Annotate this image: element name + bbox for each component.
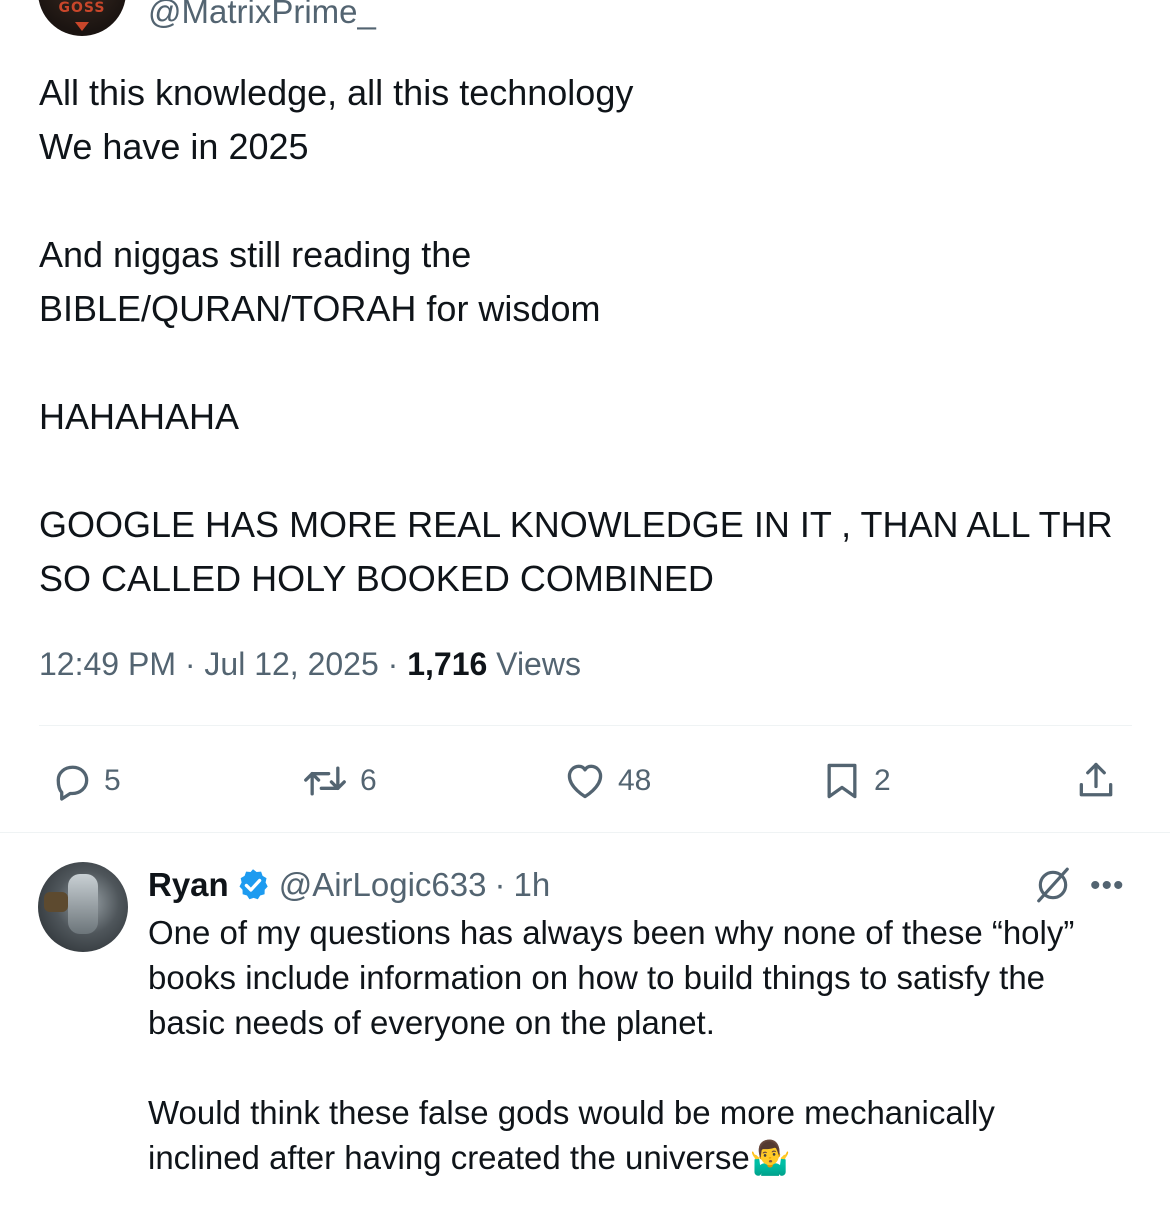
avatar-logo-text: GOSS [58,0,106,16]
avatar-logo-mark [75,22,89,31]
reply-line: basic needs of everyone on the planet. [148,1004,715,1041]
bookmark-count: 2 [874,764,891,797]
reply-count: 5 [104,764,121,797]
views-count: 1,716 [407,646,488,682]
reply-icon [56,765,89,801]
reply-avatar[interactable] [38,862,128,952]
reply-text: One of my questions has always been why … [148,910,1148,1225]
divider [0,832,1170,833]
meta-separator: · [387,646,399,682]
bookmark-icon [827,763,857,799]
reply-time[interactable]: 1h [513,866,550,904]
like-button[interactable]: 48 [562,756,651,806]
verified-badge-icon[interactable] [235,867,271,903]
tweet-time[interactable]: 12:49 PM [39,646,176,682]
tweet-line: BIBLE/QURAN/TORAH for wisdom [39,288,601,329]
tweet-date[interactable]: Jul 12, 2025 [204,646,378,682]
reply-line: inclined after having created the univer… [148,1139,791,1176]
tweet-line: SO CALLED HOLY BOOKED COMBINED [39,558,714,599]
tweet-line: HAHAHAHA [39,396,240,437]
avatar-image-detail [44,892,68,912]
tweet-paragraph: And niggas still reading the BIBLE/QURAN… [39,228,1149,336]
reply-author-name[interactable]: Ryan [148,866,229,904]
reply-paragraph: One of my questions has always been why … [148,910,1148,1045]
reply-button[interactable]: 5 [50,756,121,806]
reply-header: Ryan @AirLogic633 · 1h [148,862,550,908]
share-button[interactable] [1074,756,1118,806]
views-label: Views [496,646,581,682]
divider [39,725,1132,726]
meta-separator: · [494,866,506,903]
reply-line: Would think these false gods would be mo… [148,1094,995,1131]
avatar-image-detail [68,874,98,934]
meta-separator: · [184,646,196,682]
author-handle[interactable]: @MatrixPrime_ [148,0,376,32]
tweet-paragraph: GOOGLE HAS MORE REAL KNOWLEDGE IN IT , T… [39,498,1149,606]
tweet-paragraph: HAHAHAHA [39,390,1149,444]
bookmark-button[interactable]: 2 [820,756,891,806]
tweet-line: We have in 2025 [39,126,309,167]
tweet-line: All this knowledge, all this technology [39,72,634,113]
share-icon [1079,762,1113,797]
reply-line: One of my questions has always been why … [148,914,1075,951]
grok-icon[interactable] [1034,866,1072,909]
tweet-line: And niggas still reading the [39,234,472,275]
repost-button[interactable]: 6 [300,756,377,806]
heart-icon [567,764,603,799]
reply-line: books include information on how to buil… [148,959,1046,996]
reply-author-handle[interactable]: @AirLogic633 [279,866,487,904]
like-count: 48 [618,764,652,797]
repost-count: 6 [360,764,377,797]
tweet-text: All this knowledge, all this technology … [39,66,1149,606]
tweet-paragraph: All this knowledge, all this technology … [39,66,1149,174]
tweet-line: GOOGLE HAS MORE REAL KNOWLEDGE IN IT , T… [39,504,1113,545]
tweet-meta: 12:49 PM · Jul 12, 2025 · 1,716 Views [39,641,581,687]
more-icon[interactable]: ••• [1090,871,1125,901]
author-avatar[interactable]: GOSS [38,0,126,36]
reply-paragraph: Would think these false gods would be mo… [148,1090,1148,1180]
repost-icon [304,766,346,796]
